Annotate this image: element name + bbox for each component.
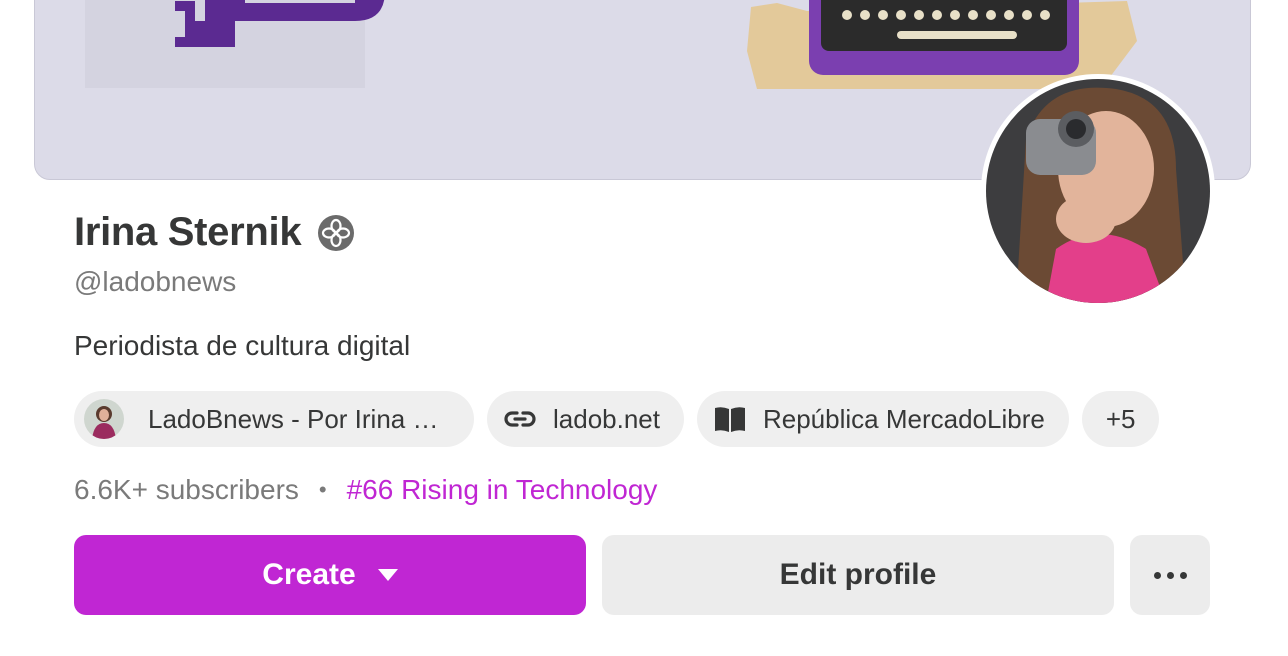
website-chip-label: ladob.net xyxy=(553,403,660,434)
caret-down-icon xyxy=(377,569,398,581)
create-button-label: Create xyxy=(262,558,356,591)
edit-profile-button[interactable]: Edit profile xyxy=(602,535,1114,615)
more-icon xyxy=(1153,571,1161,579)
create-button[interactable]: Create xyxy=(74,535,586,615)
more-icon xyxy=(1179,571,1187,579)
profile-avatar[interactable] xyxy=(981,74,1215,308)
more-options-button[interactable] xyxy=(1130,535,1210,615)
more-links-label: +5 xyxy=(1105,403,1136,434)
book-icon xyxy=(713,402,747,436)
publication-chip[interactable]: LadoBnews - Por Irina S... xyxy=(74,391,474,447)
website-chip[interactable]: ladob.net xyxy=(487,391,684,447)
profile-bio: Periodista de cultura digital xyxy=(74,330,411,361)
book-chip-label: República MercadoLibre xyxy=(762,403,1045,434)
logo-shape xyxy=(175,0,385,47)
badge-icon[interactable] xyxy=(317,214,355,252)
avatar-photo xyxy=(986,79,1210,303)
link-icon xyxy=(503,402,537,436)
profile-chips: LadoBnews - Por Irina S... ladob.net Rep… xyxy=(74,391,1160,447)
profile-handle: @ladobnews xyxy=(74,266,237,297)
more-icon xyxy=(1166,571,1174,579)
profile-stats: 6.6K+ subscribers • #66 Rising in Techno… xyxy=(74,474,657,506)
profile-name: Irina Sternik xyxy=(74,210,302,254)
publication-chip-label: LadoBnews - Por Irina S... xyxy=(148,403,450,434)
publication-avatar xyxy=(84,399,124,439)
edit-profile-label: Edit profile xyxy=(779,558,937,591)
banner-logo xyxy=(85,0,385,88)
name-row: Irina Sternik xyxy=(74,210,355,255)
subscriber-count: 6.6K+ subscribers xyxy=(74,474,299,505)
more-links-chip[interactable]: +5 xyxy=(1081,391,1160,447)
book-chip[interactable]: República MercadoLibre xyxy=(696,391,1069,447)
stats-separator: • xyxy=(318,477,327,502)
ranking-link[interactable]: #66 Rising in Technology xyxy=(347,474,658,506)
